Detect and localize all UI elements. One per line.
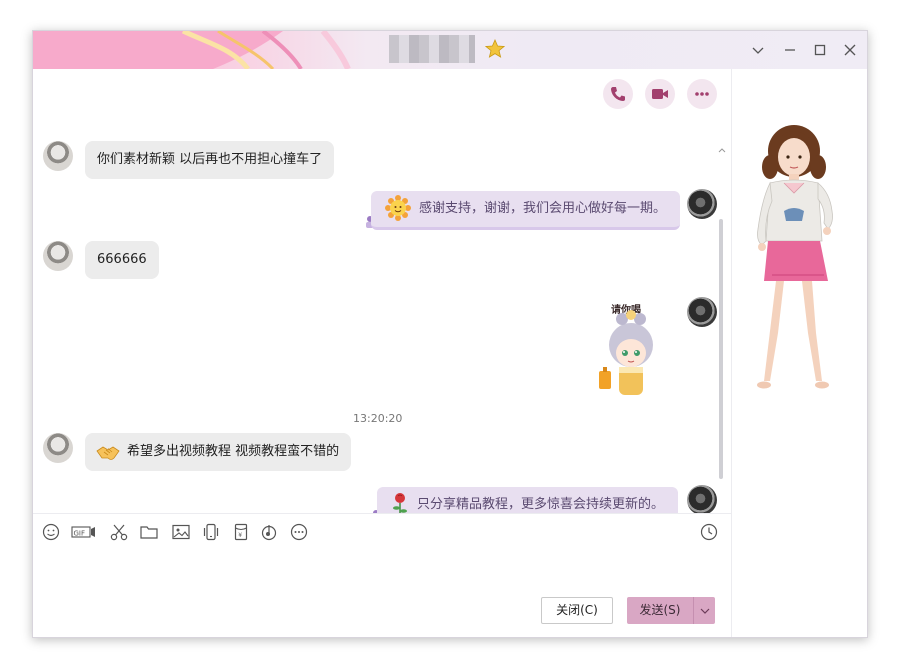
self-avatar[interactable] <box>687 297 717 327</box>
message-text: 感谢支持，谢谢，我们会用心做好每一期。 <box>419 201 667 216</box>
message-bubble-received: 你们素材新颖 以后再也不用担心撞车了 <box>85 141 335 179</box>
close-icon[interactable] <box>839 39 861 61</box>
chevron-down-icon[interactable] <box>747 39 769 61</box>
sun-emoji-icon <box>385 195 411 221</box>
character-show-panel <box>731 69 867 637</box>
shake-icon[interactable] <box>201 522 221 542</box>
message-bubble-sent: 感谢支持，谢谢，我们会用心做好每一期。 <box>371 191 681 230</box>
input-toolbar: GIF ¥ <box>33 513 731 547</box>
message-bubble-received: 希望多出视频教程 视频教程蛮不错的 <box>85 433 352 471</box>
image-icon[interactable] <box>171 522 191 542</box>
character-figure <box>757 125 833 389</box>
svg-text:GIF: GIF <box>74 529 86 537</box>
video-call-button[interactable] <box>645 79 675 109</box>
history-clock-icon[interactable] <box>699 522 719 542</box>
message-input[interactable] <box>41 551 721 599</box>
message-bubble-sent: 只分享精品教程，更多惊喜会持续更新的。 <box>377 487 679 513</box>
more-icon <box>695 92 709 96</box>
chevron-down-icon <box>700 608 710 614</box>
more-icon[interactable] <box>289 522 309 542</box>
message-timestamp: 13:20:20 <box>353 412 403 425</box>
contact-avatar[interactable] <box>43 433 73 463</box>
send-options-button[interactable] <box>693 597 715 624</box>
message-list[interactable]: 你们素材新颖 以后再也不用担心撞车了 感谢支持，谢谢，我们会用心做好每一期。 6… <box>33 69 731 513</box>
contact-avatar[interactable] <box>43 141 73 171</box>
close-button[interactable]: 关闭(C) <box>541 597 613 624</box>
gif-icon[interactable]: GIF <box>71 522 97 542</box>
scissors-icon[interactable] <box>109 522 129 542</box>
message-input-area <box>33 547 731 637</box>
svg-text:¥: ¥ <box>238 532 242 539</box>
red-packet-icon[interactable]: ¥ <box>231 522 251 542</box>
self-avatar[interactable] <box>687 189 717 219</box>
emoji-icon[interactable] <box>41 522 61 542</box>
maximize-icon[interactable] <box>809 39 831 61</box>
video-icon <box>652 89 668 99</box>
rose-emoji-icon <box>393 493 407 513</box>
message-text: 希望多出视频教程 视频教程蛮不错的 <box>127 444 340 459</box>
chat-window: 你们素材新颖 以后再也不用担心撞车了 感谢支持，谢谢，我们会用心做好每一期。 6… <box>32 30 868 638</box>
scrollbar[interactable] <box>717 149 725 479</box>
handshake-emoji-icon <box>96 446 120 460</box>
more-options-button[interactable] <box>687 79 717 109</box>
send-button[interactable]: 发送(S) <box>627 597 693 624</box>
self-avatar[interactable] <box>687 485 717 513</box>
message-bubble-received: 666666 <box>85 241 159 279</box>
music-icon[interactable] <box>259 522 279 542</box>
folder-icon[interactable] <box>139 522 159 542</box>
drink-sticker[interactable] <box>587 297 667 407</box>
star-badge-icon <box>485 39 505 58</box>
title-bar-artwork <box>33 31 351 69</box>
phone-call-button[interactable] <box>603 79 633 109</box>
phone-icon <box>611 87 625 101</box>
contact-name-blurred <box>389 35 475 63</box>
minimize-icon[interactable] <box>779 39 801 61</box>
title-bar[interactable] <box>33 31 867 69</box>
message-text: 只分享精品教程，更多惊喜会持续更新的。 <box>417 497 665 512</box>
contact-avatar[interactable] <box>43 241 73 271</box>
